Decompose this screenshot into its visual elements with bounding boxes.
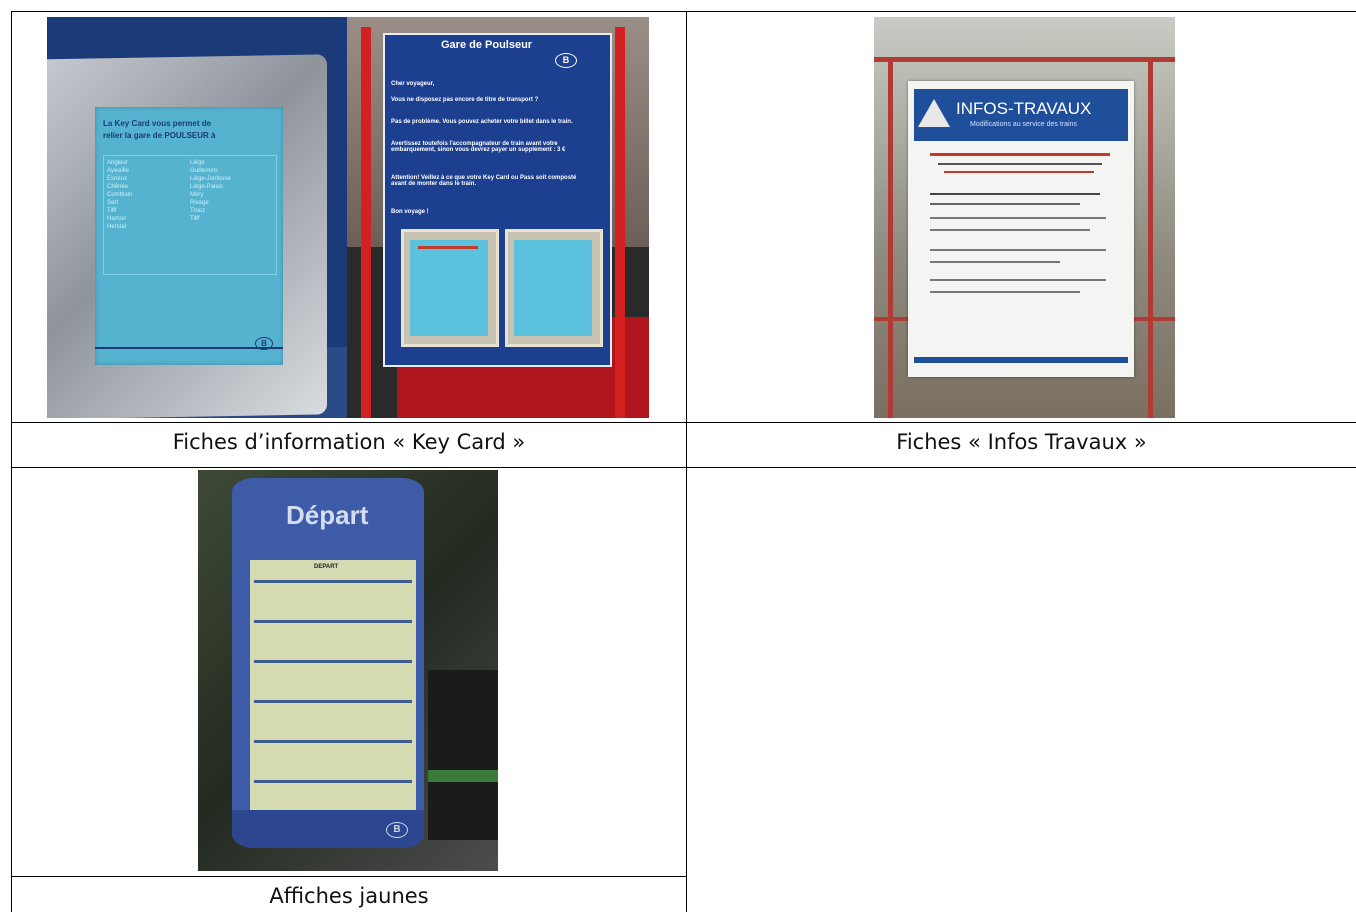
sncb-logo-icon: B (255, 337, 273, 350)
photo-infos-travaux: INFOS-TRAVAUX Modifications au service d… (874, 17, 1175, 418)
card-list-left: Angleur Aywaille Esneux Chênée Comblain … (107, 160, 133, 230)
sign-title: Gare de Poulseur (441, 39, 533, 51)
sncb-logo-icon: B (386, 822, 408, 838)
roadworks-warning-icon (918, 99, 950, 127)
table-row-line-3 (11, 876, 687, 877)
travaux-header: INFOS-TRAVAUX (956, 99, 1092, 118)
sign-panel-left (401, 229, 499, 347)
depart-header: Départ (286, 500, 369, 530)
caption-key-card: Fiches d’information « Key Card » (172, 430, 526, 454)
sign-body-3: Avertissez toutefois l'accompagnateur de… (391, 141, 566, 153)
caption-affiches-jaunes: Affiches jaunes (269, 884, 429, 908)
table-border-left (11, 11, 12, 912)
sign-closing: Bon voyage ! (391, 209, 429, 215)
table-row-line-1 (11, 422, 1356, 423)
sign-body-2: Pas de problème. Vous pouvez acheter vot… (391, 119, 573, 125)
table-border-top (11, 11, 1356, 12)
table-border-middle (686, 11, 687, 912)
table-row-line-2 (11, 467, 1356, 468)
photo-gare-sign: Gare de Poulseur B Cher voyageur, Vous n… (347, 17, 649, 418)
card-text-line-2: relier la gare de POULSEUR à (103, 131, 216, 140)
caption-infos-travaux: Fiches « Infos Travaux » (896, 430, 1147, 454)
sign-panel-right (505, 229, 603, 347)
travaux-subheader: Modifications au service des trains (970, 121, 1077, 128)
timetable-title: DEPART (314, 564, 339, 570)
sncb-logo-icon: B (555, 53, 577, 68)
sign-body-1: Vous ne disposez pas encore de titre de … (391, 97, 539, 103)
card-list-right: Liège Guillemins Liège-Jonfosse Liège-Pa… (190, 160, 231, 222)
depart-timetable: DEPART (250, 560, 416, 810)
sign-greeting: Cher voyageur, (391, 81, 435, 87)
photo-depart-column: Départ DEPART B (198, 470, 498, 871)
photo-key-card-frame: La Key Card vous permet de relier la gar… (47, 17, 347, 418)
card-text-line-1: La Key Card vous permet de (103, 119, 212, 128)
sign-body-4: Attention! Veillez à ce que votre Key Ca… (391, 175, 577, 187)
